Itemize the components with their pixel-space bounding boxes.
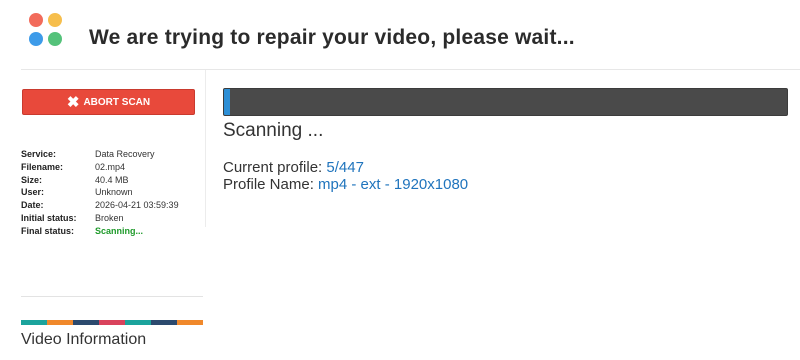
color-strip-segment [177, 320, 203, 325]
info-value: Data Recovery [95, 149, 155, 159]
info-key: Date: [21, 200, 44, 211]
color-strip [21, 320, 203, 325]
color-strip-segment [151, 320, 177, 325]
info-row-user: User: Unknown [21, 186, 179, 199]
color-strip-segment [47, 320, 73, 325]
abort-scan-label: ABORT SCAN [83, 96, 151, 108]
current-profile-value: 5/447 [326, 159, 364, 176]
current-profile-row: Current profile: 5/447 [223, 159, 468, 176]
scan-status-text: Scanning ... [223, 120, 324, 141]
page-header: We are trying to repair your video, plea… [0, 0, 800, 70]
info-key: Service: [21, 149, 57, 159]
profile-name-label: Profile Name: [223, 176, 319, 193]
profile-name-value: mp4 - ext - 1920x1080 [318, 176, 469, 193]
info-row-initial-status: Initial status: Broken [21, 212, 179, 225]
info-row-filename: Filename: 02.mp4 [21, 161, 179, 174]
info-key: Initial status: [21, 212, 77, 223]
info-key: User: [21, 187, 45, 198]
color-strip-segment [73, 320, 99, 325]
status-badge: Scanning... [95, 225, 144, 236]
profile-details: Current profile: 5/447 Profile Name: mp4… [223, 159, 468, 193]
logo-dot-red [29, 13, 43, 27]
logo-dot-blue [29, 32, 43, 46]
abort-scan-button[interactable]: ✖ ABORT SCAN [22, 89, 195, 115]
info-key: Filename: [21, 161, 64, 172]
info-row-service: Service: Data Recovery [21, 148, 179, 161]
info-value: 02.mp4 [95, 161, 126, 172]
color-strip-segment [125, 320, 151, 325]
logo-dot-green [48, 32, 62, 46]
current-profile-label: Current profile: [223, 159, 327, 176]
profile-name-row: Profile Name: mp4 - ext - 1920x1080 [223, 176, 468, 193]
info-value: 2026-04-21 03:59:39 [95, 200, 179, 211]
info-value: Unknown [95, 187, 133, 198]
info-row-date: Date: 2026-04-21 03:59:39 [21, 199, 179, 212]
sidebar-divider [205, 70, 206, 227]
video-information-heading: Video Information [21, 331, 147, 348]
close-icon: ✖ [66, 93, 80, 111]
sidebar-separator [21, 296, 203, 297]
scan-info-table: Service: Data Recovery Filename: 02.mp4 … [21, 148, 179, 238]
info-value: 40.4 MB [95, 174, 129, 185]
info-key: Final status: [21, 225, 75, 236]
color-strip-segment [99, 320, 125, 325]
progress-fill [224, 89, 230, 115]
scan-progress-bar [223, 88, 788, 116]
info-row-final-status: Final status: Scanning... [21, 225, 179, 238]
info-key: Size: [21, 174, 43, 185]
app-logo [29, 13, 63, 47]
logo-dot-yellow [48, 13, 62, 27]
info-value: Broken [95, 212, 124, 223]
page-title: We are trying to repair your video, plea… [89, 26, 575, 49]
info-row-size: Size: 40.4 MB [21, 174, 179, 187]
color-strip-segment [21, 320, 47, 325]
